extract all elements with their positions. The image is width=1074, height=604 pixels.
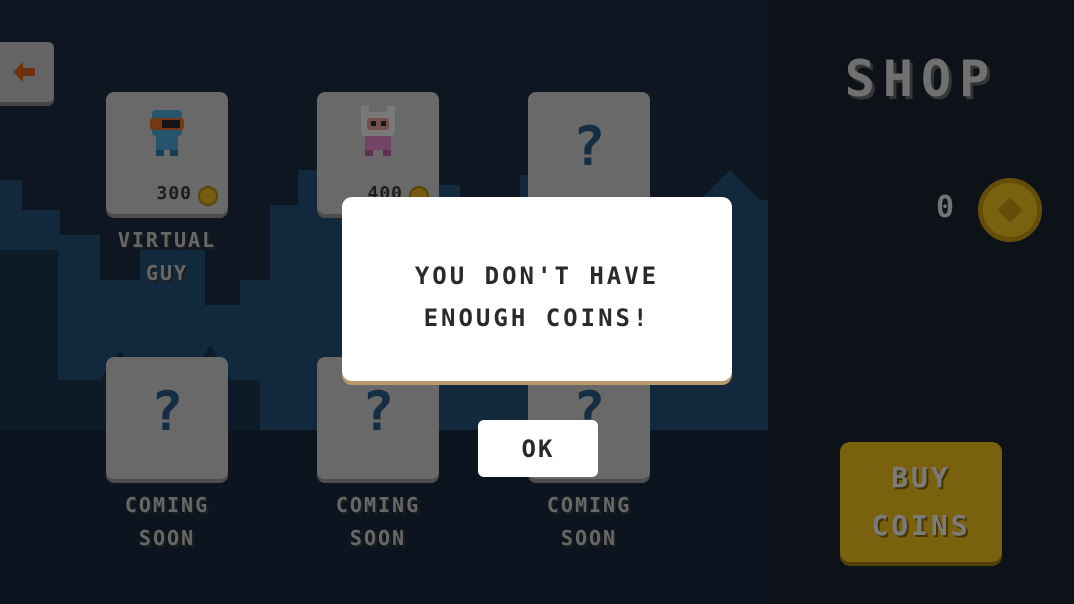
not-enough-coins-dialog: YOU DON'T HAVE ENOUGH COINS! xyxy=(342,197,732,381)
shop-screen: 300 400 ? VIRTUAL GUY xyxy=(0,0,1074,604)
dialog-message: YOU DON'T HAVE ENOUGH COINS! xyxy=(414,262,660,332)
ok-button[interactable]: OK xyxy=(478,420,598,477)
